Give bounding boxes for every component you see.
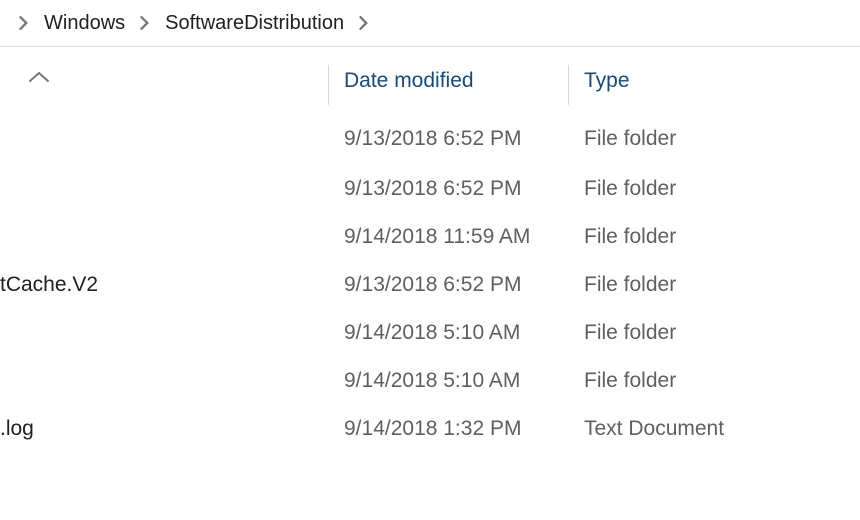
row-type: File folder: [584, 273, 676, 297]
breadcrumb-chevron-icon[interactable]: [352, 0, 376, 46]
column-header-type[interactable]: Type: [584, 69, 630, 93]
table-row[interactable]: 9/14/2018 11:59 AM File folder: [0, 215, 860, 263]
row-date-modified: 9/14/2018 5:10 AM: [344, 321, 520, 345]
row-type: File folder: [584, 369, 676, 393]
breadcrumb-segment-windows[interactable]: Windows: [36, 0, 133, 46]
table-row[interactable]: .log 9/14/2018 1:32 PM Text Document: [0, 407, 860, 455]
row-type: File folder: [584, 225, 676, 249]
file-list: Date modified Type 9/13/2018 6:52 PM Fil…: [0, 47, 860, 455]
row-name: tCache.V2: [0, 273, 98, 297]
breadcrumb[interactable]: Windows SoftwareDistribution: [0, 0, 860, 47]
table-row[interactable]: 9/13/2018 6:52 PM File folder: [0, 167, 860, 215]
row-type: File folder: [584, 321, 676, 345]
breadcrumb-chevron-icon[interactable]: [133, 0, 157, 46]
table-row[interactable]: 9/14/2018 5:10 AM File folder: [0, 359, 860, 407]
column-separator[interactable]: [568, 65, 569, 105]
row-date-modified: 9/13/2018 6:52 PM: [344, 127, 521, 151]
column-header-date-modified[interactable]: Date modified: [344, 69, 474, 93]
column-separator[interactable]: [328, 65, 329, 105]
column-header-label: Type: [584, 69, 630, 92]
column-header-row: Date modified Type: [0, 47, 860, 117]
file-rows: 9/13/2018 6:52 PM File folder 9/13/2018 …: [0, 117, 860, 455]
row-type: File folder: [584, 177, 676, 201]
sort-caret-icon[interactable]: [28, 67, 50, 90]
breadcrumb-label: Windows: [42, 10, 127, 37]
row-date-modified: 9/13/2018 6:52 PM: [344, 177, 521, 201]
table-row[interactable]: tCache.V2 9/13/2018 6:52 PM File folder: [0, 263, 860, 311]
breadcrumb-chevron-icon[interactable]: [12, 0, 36, 46]
breadcrumb-label: SoftwareDistribution: [163, 10, 346, 37]
row-date-modified: 9/13/2018 6:52 PM: [344, 273, 521, 297]
row-name: .log: [0, 417, 34, 441]
table-row[interactable]: 9/14/2018 5:10 AM File folder: [0, 311, 860, 359]
row-date-modified: 9/14/2018 11:59 AM: [344, 225, 530, 249]
breadcrumb-segment-softwaredistribution[interactable]: SoftwareDistribution: [157, 0, 352, 46]
column-header-label: Date modified: [344, 69, 474, 92]
row-type: File folder: [584, 127, 676, 151]
table-row[interactable]: 9/13/2018 6:52 PM File folder: [0, 117, 860, 167]
row-date-modified: 9/14/2018 1:32 PM: [344, 417, 521, 441]
row-date-modified: 9/14/2018 5:10 AM: [344, 369, 520, 393]
row-type: Text Document: [584, 417, 724, 441]
